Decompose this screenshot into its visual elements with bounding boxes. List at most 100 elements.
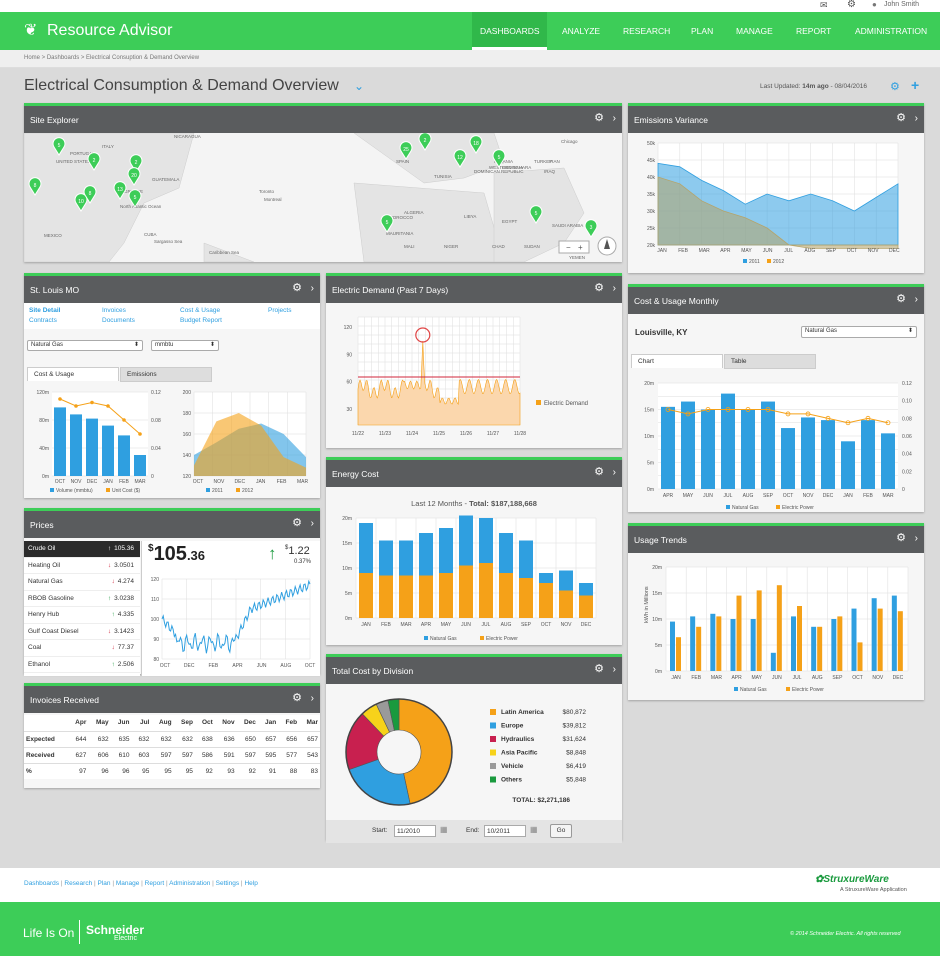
schneider-logo-sub: Electric (114, 935, 137, 942)
app-title[interactable]: Resource Advisor (47, 22, 172, 40)
gear-icon[interactable]: ⚙ (847, 0, 856, 10)
y-tick-label: 0.04 (902, 452, 912, 458)
gear-icon[interactable]: ⚙ (896, 294, 906, 305)
gear-icon[interactable]: ⚙ (292, 283, 302, 294)
calendar-icon[interactable]: ▦ (440, 825, 448, 834)
bar-gas (519, 578, 533, 618)
gear-icon[interactable]: ⚙ (896, 113, 906, 124)
site-map[interactable]: UNITED STATESMEXICO CUBASPAINMOROCCOALGER… (24, 133, 622, 262)
footer-link[interactable]: Plan (98, 880, 111, 887)
chevron-right-icon[interactable]: › (613, 467, 616, 478)
footer-link[interactable]: Settings (216, 880, 240, 887)
link-projects[interactable]: Projects (268, 307, 291, 314)
user-name[interactable]: John Smith (884, 1, 919, 8)
bar (781, 428, 795, 489)
user-icon[interactable]: ● (872, 0, 877, 9)
panel-title: Site Explorer (30, 115, 79, 125)
nav-dashboards[interactable]: DASHBOARDS (480, 26, 540, 36)
price-row[interactable]: Ethanol ↑ 2.506 (24, 657, 140, 673)
footer-link[interactable]: Report (145, 880, 165, 887)
legend-swatch (424, 636, 428, 640)
location-label: Louisville, KY (635, 328, 688, 337)
link-cost-usage[interactable]: Cost & Usage (180, 307, 220, 314)
gear-icon[interactable]: ⚙ (896, 533, 906, 544)
gear-icon[interactable]: ⚙ (292, 693, 302, 704)
bar-gas (419, 575, 433, 618)
chevron-right-icon[interactable]: › (613, 113, 616, 124)
pin-count: 18 (473, 141, 479, 147)
gear-icon[interactable]: ⚙ (292, 518, 302, 529)
y-tick-label: 40m (39, 446, 49, 452)
tab-chart[interactable]: Chart (631, 354, 723, 368)
chevron-right-icon[interactable]: › (915, 113, 918, 124)
table-cell: 93 (227, 767, 235, 775)
footer-link[interactable]: Research (64, 880, 92, 887)
chevron-right-icon[interactable]: › (915, 533, 918, 544)
nav-analyze[interactable]: ANALYZE (562, 26, 600, 36)
unit-select[interactable]: mmbtu ⬍ (151, 340, 219, 351)
end-date-input[interactable]: 10/2011 (484, 825, 526, 837)
mail-icon[interactable]: ✉ (820, 0, 828, 11)
x-tick-label: DEC (581, 622, 592, 628)
tab-table[interactable]: Table (724, 354, 816, 369)
bar-power (379, 540, 393, 576)
bar (701, 409, 715, 489)
price-row[interactable]: Heating Oil ↓ 3.0501 (24, 558, 140, 574)
start-date-input[interactable]: 11/2010 (394, 825, 436, 837)
link-site-detail[interactable]: Site Detail (29, 307, 60, 314)
legend-swatch (734, 687, 738, 691)
arrow-down-icon: ↓ (107, 561, 112, 569)
nav-administration[interactable]: ADMINISTRATION (855, 26, 927, 36)
bar-gas (851, 608, 857, 671)
bar-gas (559, 590, 573, 618)
nav-research[interactable]: RESEARCH (623, 26, 670, 36)
price-row[interactable]: Natural Gas ↓ 4.274 (24, 574, 140, 591)
pin-count: 13 (117, 187, 123, 193)
legend-label: Electric Demand (544, 401, 588, 407)
chevron-right-icon[interactable]: › (311, 693, 314, 704)
x-tick-label: JUL (724, 493, 733, 499)
row-label: % (26, 767, 32, 775)
breadcrumb[interactable]: Home > Dashboards > Electrical Consuptio… (0, 50, 940, 68)
gear-icon[interactable]: ⚙ (594, 664, 604, 675)
price-row[interactable]: RBOB Gasoline ↑ 3.0238 (24, 591, 140, 607)
price-row[interactable]: Coal ↓ 77.37 (24, 640, 140, 657)
settings-icon[interactable]: ⚙ (890, 80, 900, 93)
gear-icon[interactable]: ⚙ (594, 283, 604, 294)
select-arrow-icon: ⬍ (209, 342, 215, 348)
chevron-right-icon[interactable]: › (613, 664, 616, 675)
link-budget-report[interactable]: Budget Report (180, 317, 222, 324)
gear-icon[interactable]: ⚙ (594, 113, 604, 124)
footer-link[interactable]: Dashboards (24, 880, 59, 887)
struxureware-logo: ✿StruxureWare (815, 874, 889, 885)
chevron-right-icon[interactable]: › (311, 283, 314, 294)
chevron-down-icon[interactable]: ⌄ (354, 79, 364, 93)
footer-link[interactable]: Administration (169, 880, 210, 887)
price-row[interactable]: Gulf Coast Diesel ↓ 3.1423 (24, 624, 140, 640)
line-point (138, 432, 142, 436)
nav-report[interactable]: REPORT (796, 26, 831, 36)
add-icon[interactable]: + (911, 77, 919, 93)
link-documents[interactable]: Documents (102, 317, 135, 324)
price-row[interactable]: Crude Oil ↑ 105.36 (24, 541, 140, 558)
fuel-select[interactable]: Natural Gas ⬍ (801, 326, 917, 338)
chevron-right-icon[interactable]: › (613, 283, 616, 294)
footer-link[interactable]: Help (244, 880, 257, 887)
fuel-select[interactable]: Natural Gas ⬍ (27, 340, 143, 351)
footer-link[interactable]: Manage (116, 880, 140, 887)
chevron-right-icon[interactable]: › (311, 518, 314, 529)
go-button[interactable]: Go (550, 824, 572, 838)
link-invoices[interactable]: Invoices (102, 307, 126, 314)
nav-plan[interactable]: PLAN (691, 26, 713, 36)
chevron-right-icon[interactable]: › (915, 294, 918, 305)
calendar-icon[interactable]: ▦ (530, 825, 538, 834)
y-tick-label: 0.08 (902, 416, 912, 422)
tab-cost-usage[interactable]: Cost & Usage (27, 367, 119, 381)
table-cell: 638 (201, 735, 213, 743)
price-row[interactable]: Henry Hub ↑ 4.335 (24, 607, 140, 624)
link-contracts[interactable]: Contracts (29, 317, 57, 324)
gear-icon[interactable]: ⚙ (594, 467, 604, 478)
tab-emissions[interactable]: Emissions (120, 367, 212, 382)
nav-manage[interactable]: MANAGE (736, 26, 773, 36)
x-tick-label: 11/22 (352, 431, 364, 437)
